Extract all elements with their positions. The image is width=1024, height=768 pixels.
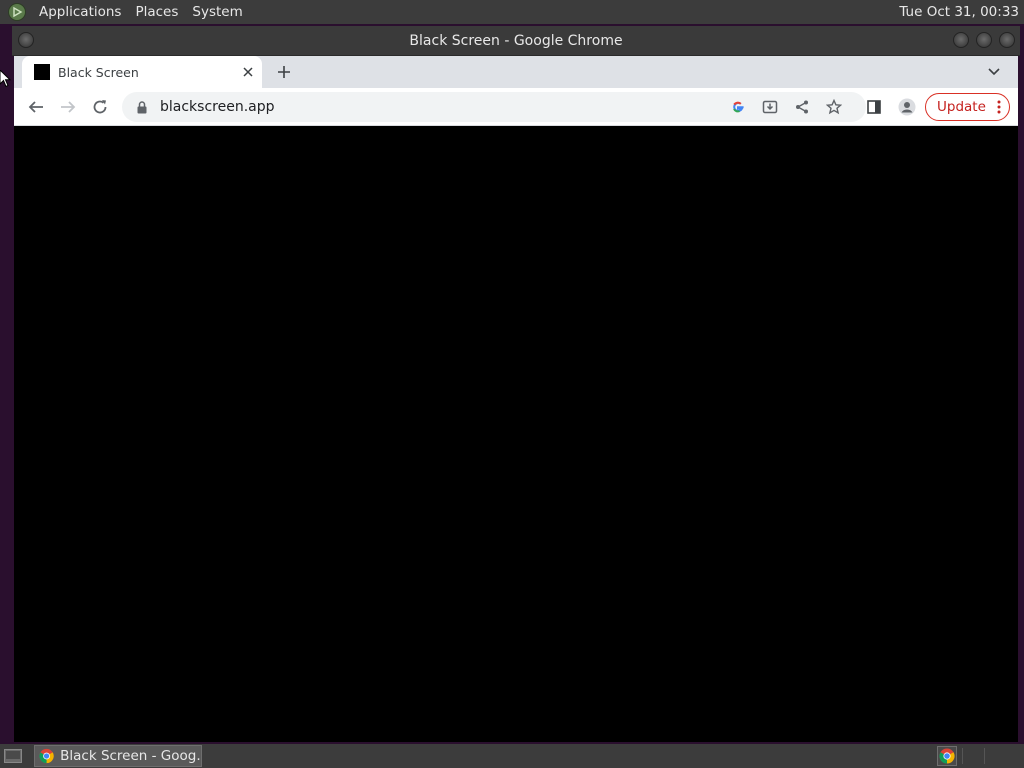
side-panel-icon (867, 100, 881, 114)
update-button[interactable]: Update (925, 93, 1010, 121)
chrome-window: Black Screen - Google Chrome Black Scree… (12, 26, 1020, 742)
menu-applications[interactable]: Applications (32, 0, 128, 24)
bottom-panel: Black Screen - Goog... (0, 744, 1024, 768)
tray-separator (962, 748, 963, 764)
new-tab-button[interactable] (274, 62, 294, 82)
browser-toolbar: blackscreen.app Update (14, 88, 1018, 126)
forward-button[interactable] (56, 95, 80, 119)
reload-button[interactable] (88, 95, 112, 119)
mate-logo-icon[interactable] (8, 3, 26, 21)
update-label: Update (937, 99, 986, 115)
menu-places[interactable]: Places (128, 0, 185, 24)
window-title: Black Screen - Google Chrome (409, 32, 623, 49)
tab-close-icon[interactable] (238, 62, 258, 82)
tab-black-screen[interactable]: Black Screen (22, 56, 262, 88)
tab-search-chevron-down-icon[interactable] (984, 62, 1004, 82)
install-icon[interactable] (758, 95, 782, 119)
tray-chrome-icon[interactable] (937, 746, 957, 766)
arrow-right-icon (61, 101, 76, 113)
google-icon[interactable] (726, 95, 750, 119)
chrome-icon (39, 748, 54, 764)
lock-icon[interactable] (134, 99, 150, 115)
back-button[interactable] (24, 95, 48, 119)
profile-button[interactable] (895, 95, 919, 119)
mouse-pointer-icon (0, 70, 12, 88)
side-panel-button[interactable] (862, 95, 886, 119)
profile-icon (898, 98, 916, 116)
clock[interactable]: Tue Oct 31, 00:33 (899, 4, 1024, 20)
minimize-icon[interactable] (953, 32, 969, 48)
reload-icon (93, 100, 107, 114)
window-menu-icon[interactable] (18, 32, 34, 48)
arrow-left-icon (28, 101, 43, 113)
tray-separator (984, 748, 985, 764)
close-window-icon[interactable] (999, 32, 1015, 48)
menu-system[interactable]: System (185, 0, 249, 24)
star-icon[interactable] (822, 95, 846, 119)
address-bar[interactable]: blackscreen.app (122, 92, 866, 122)
show-desktop-icon[interactable] (2, 747, 24, 765)
top-panel: Applications Places System Tue Oct 31, 0… (0, 0, 1024, 24)
page-content[interactable] (14, 127, 1018, 742)
maximize-icon[interactable] (976, 32, 992, 48)
taskbar-chrome-window[interactable]: Black Screen - Goog... (34, 745, 202, 767)
tab-strip: Black Screen (14, 56, 1018, 88)
share-icon[interactable] (790, 95, 814, 119)
tab-favicon-icon (34, 64, 50, 80)
tab-title: Black Screen (58, 64, 139, 80)
taskbar-window-label: Black Screen - Goog... (60, 748, 201, 764)
kebab-menu-icon[interactable] (989, 100, 1009, 114)
window-titlebar[interactable]: Black Screen - Google Chrome (12, 26, 1020, 56)
